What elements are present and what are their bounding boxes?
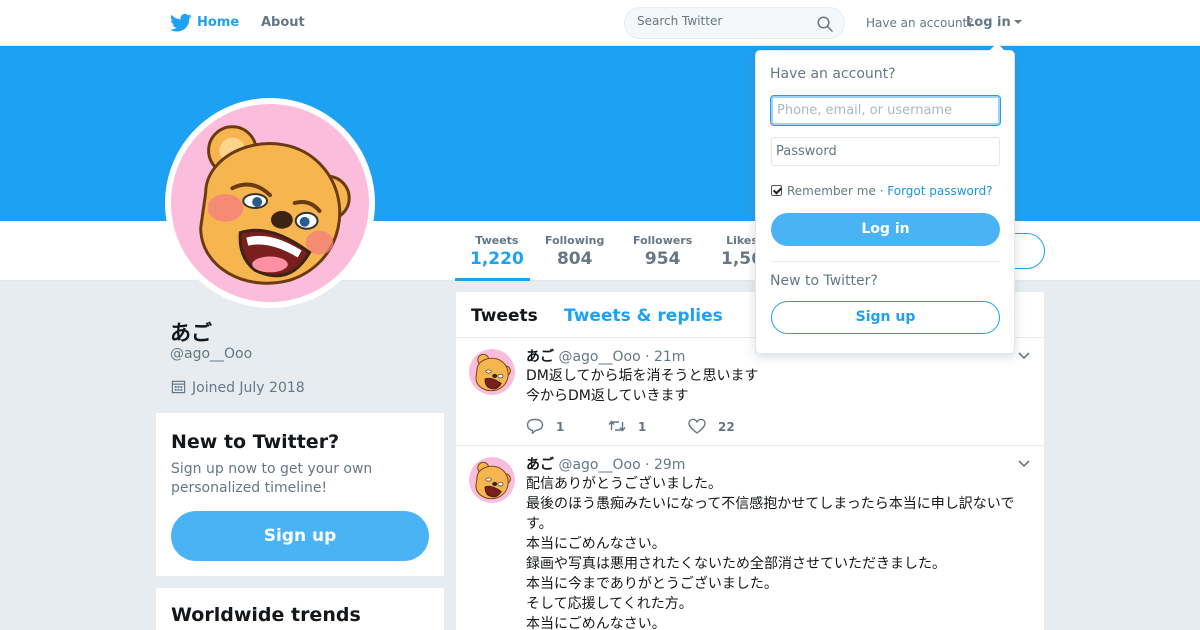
stat-label: Followers <box>633 234 693 247</box>
search-box <box>624 7 845 39</box>
tweet-author-handle[interactable]: @ago__Ooo <box>558 349 640 365</box>
tweet-line: す。 <box>526 516 553 532</box>
tweet-line: 配信ありがとうございました。 <box>526 476 722 492</box>
joined-date: Joined July 2018 <box>171 379 305 396</box>
new-to-twitter-text: New to Twitter? <box>770 273 878 289</box>
tweet-line: 最後のほう愚痴みたいになって不信感抱かせてしまったら本当に申し訳ないで <box>526 496 1015 512</box>
active-tab-indicator <box>455 278 530 281</box>
tweet-line: 本当に今までありがとうございました。 <box>526 576 778 592</box>
nav-about-link[interactable]: About <box>261 15 305 30</box>
reply-count: 1 <box>556 420 565 434</box>
signup-card-title: New to Twitter? <box>171 431 340 453</box>
tweet-timestamp[interactable]: · 21m <box>645 349 685 365</box>
have-account-text: Have an account? <box>866 16 974 30</box>
profile-name: あご <box>170 321 212 345</box>
tweet-text: 配信ありがとうございました。 最後のほう愚痴みたいになって不信感抱かせてしまった… <box>526 474 1026 630</box>
like-action[interactable]: 22 <box>688 418 735 434</box>
heart-icon <box>688 418 706 434</box>
tweet-line: そして応援してくれた方。 <box>526 596 693 612</box>
dropdown-title: Have an account? <box>770 66 896 82</box>
separator-dot: · <box>879 184 884 198</box>
dropdown-arrow <box>989 43 1005 51</box>
nav-home-link[interactable]: Home <box>197 15 239 30</box>
tweet-line: 本当にごめんなさい。 <box>526 616 666 630</box>
signup-button[interactable]: Sign up <box>171 511 429 561</box>
retweet-count: 1 <box>638 420 647 434</box>
tweet[interactable]: あご @ago__Ooo · 29m 配信ありがとうございました。 最後のほう愚… <box>456 446 1044 630</box>
profile-avatar[interactable] <box>165 98 375 308</box>
signup-card: New to Twitter? Sign up now to get your … <box>156 413 444 576</box>
tweet-timestamp[interactable]: · 29m <box>645 457 685 473</box>
like-count: 22 <box>718 420 735 434</box>
calendar-icon <box>171 380 186 394</box>
trends-card: Worldwide trends <box>156 588 444 630</box>
tweet-header: あご @ago__Ooo · 29m <box>526 454 685 474</box>
tweet-line: 今からDM返していきます <box>526 388 689 404</box>
divider <box>771 261 1000 262</box>
chevron-down-icon[interactable] <box>1018 460 1030 468</box>
tweet-line: DM返してから垢を消そうと思います <box>526 368 759 384</box>
retweet-icon <box>608 420 626 432</box>
tweet-avatar[interactable] <box>469 349 515 395</box>
tweet-text: DM返してから垢を消そうと思います 今からDM返していきます <box>526 366 1026 406</box>
twitter-bird-icon[interactable] <box>170 13 192 33</box>
stat-value: 954 <box>644 249 681 269</box>
bear-avatar-image <box>171 104 369 302</box>
trends-card-title: Worldwide trends <box>171 604 361 626</box>
remember-me-label[interactable]: Remember me <box>787 184 876 198</box>
reply-icon <box>526 418 544 435</box>
stat-value: 804 <box>556 249 593 269</box>
tweet[interactable]: あご @ago__Ooo · 21m DM返してから垢を消そうと思います 今から… <box>456 338 1044 446</box>
signup-card-text: Sign up now to get your own personalized… <box>171 461 373 496</box>
stat-tweets[interactable]: Tweets 1,220 <box>470 234 524 269</box>
search-icon[interactable] <box>817 16 833 32</box>
forgot-password-link[interactable]: Forgot password? <box>887 184 992 198</box>
bear-avatar-image <box>469 349 515 395</box>
dropdown-signup-button[interactable]: Sign up <box>771 301 1000 334</box>
bear-avatar-image <box>469 457 515 503</box>
search-input[interactable] <box>637 14 817 28</box>
stat-label: Tweets <box>475 234 519 247</box>
remember-row: Remember me · Forgot password? <box>771 184 993 198</box>
tweet-line: 録画や写真は悪用されたくないため全部消させていただきました。 <box>526 556 946 572</box>
tweet-author-handle[interactable]: @ago__Ooo <box>558 457 640 473</box>
login-toggle-label: Log in <box>966 15 1011 30</box>
tab-tweets[interactable]: Tweets <box>471 306 538 326</box>
reply-action[interactable]: 1 <box>526 418 565 435</box>
tweet-author-name[interactable]: あご <box>526 457 554 473</box>
tweet-avatar[interactable] <box>469 457 515 503</box>
stat-label: Following <box>545 234 605 247</box>
login-button[interactable]: Log in <box>771 213 1000 246</box>
stat-following[interactable]: Following 804 <box>545 234 604 269</box>
login-dropdown: Have an account? Remember me · Forgot pa… <box>755 43 1015 354</box>
stat-value: 1,220 <box>470 249 524 269</box>
tweet-line: 本当にごめんなさい。 <box>526 536 666 552</box>
stat-followers[interactable]: Followers 954 <box>633 234 692 269</box>
tweet-author-name[interactable]: あご <box>526 349 554 365</box>
retweet-action[interactable]: 1 <box>608 418 646 434</box>
chevron-down-icon[interactable] <box>1018 352 1030 360</box>
remember-me-checkbox[interactable] <box>771 185 782 196</box>
password-field[interactable] <box>771 137 1000 166</box>
tab-tweets-and-replies[interactable]: Tweets & replies <box>564 306 723 326</box>
username-field[interactable] <box>770 95 1001 126</box>
top-nav: Home About Have an account? Log in <box>0 0 1200 46</box>
profile-handle[interactable]: @ago__Ooo <box>170 346 252 362</box>
caret-down-icon <box>1013 20 1022 24</box>
login-dropdown-toggle[interactable]: Log in <box>966 15 1022 30</box>
joined-date-text: Joined July 2018 <box>192 380 305 396</box>
tweet-header: あご @ago__Ooo · 21m <box>526 346 685 366</box>
